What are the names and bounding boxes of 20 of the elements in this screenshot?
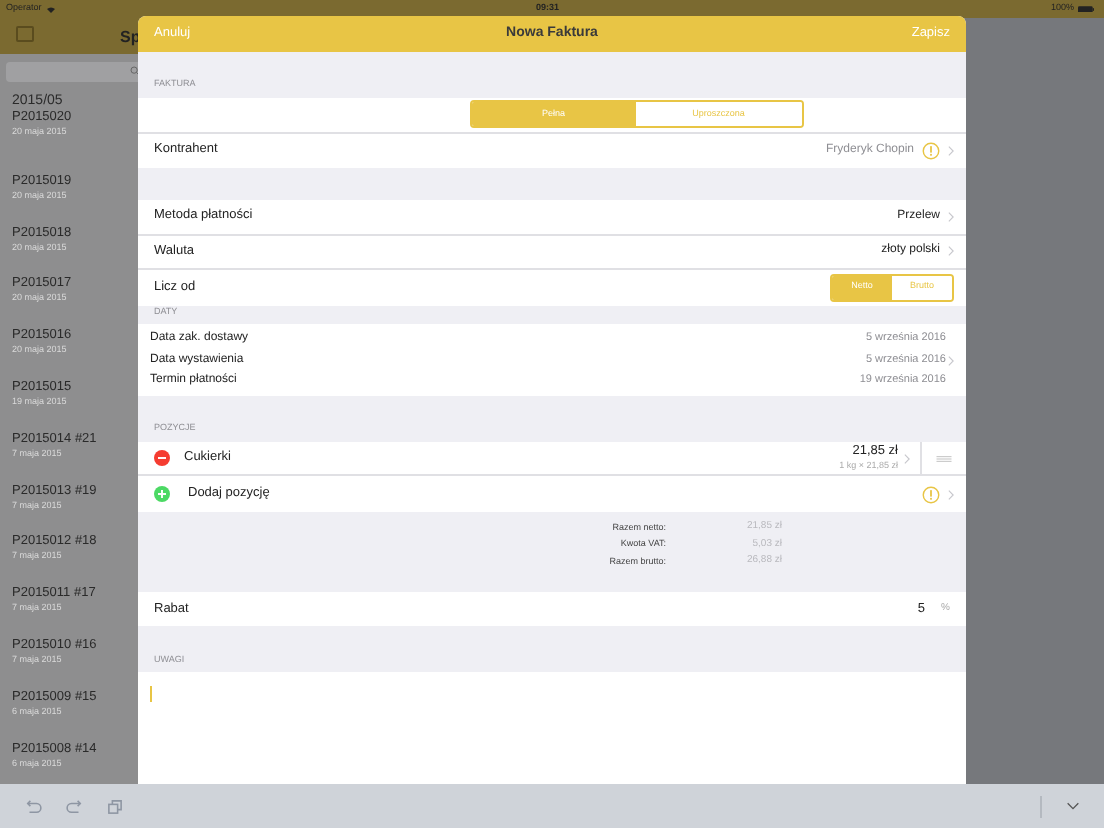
undo-icon xyxy=(24,799,42,813)
reorder-icon xyxy=(936,455,952,461)
delete-icon xyxy=(154,450,170,466)
add-icon xyxy=(154,486,170,502)
chevron-icon xyxy=(948,145,954,156)
redo-icon xyxy=(66,799,84,813)
compose-icon xyxy=(16,26,34,42)
chevron-icon xyxy=(948,246,954,257)
search-icon xyxy=(130,66,140,76)
copy-icon xyxy=(108,799,122,813)
notes-field[interactable] xyxy=(138,672,966,784)
info-icon xyxy=(922,141,940,160)
info-icon xyxy=(922,485,940,503)
text-cursor xyxy=(150,686,152,703)
chevron-down-icon xyxy=(1066,802,1080,810)
battery-icon xyxy=(1078,5,1094,13)
chevron-icon xyxy=(904,453,910,463)
chevron-icon xyxy=(948,211,954,222)
wifi-icon xyxy=(45,5,56,13)
chevron-icon xyxy=(948,489,954,499)
